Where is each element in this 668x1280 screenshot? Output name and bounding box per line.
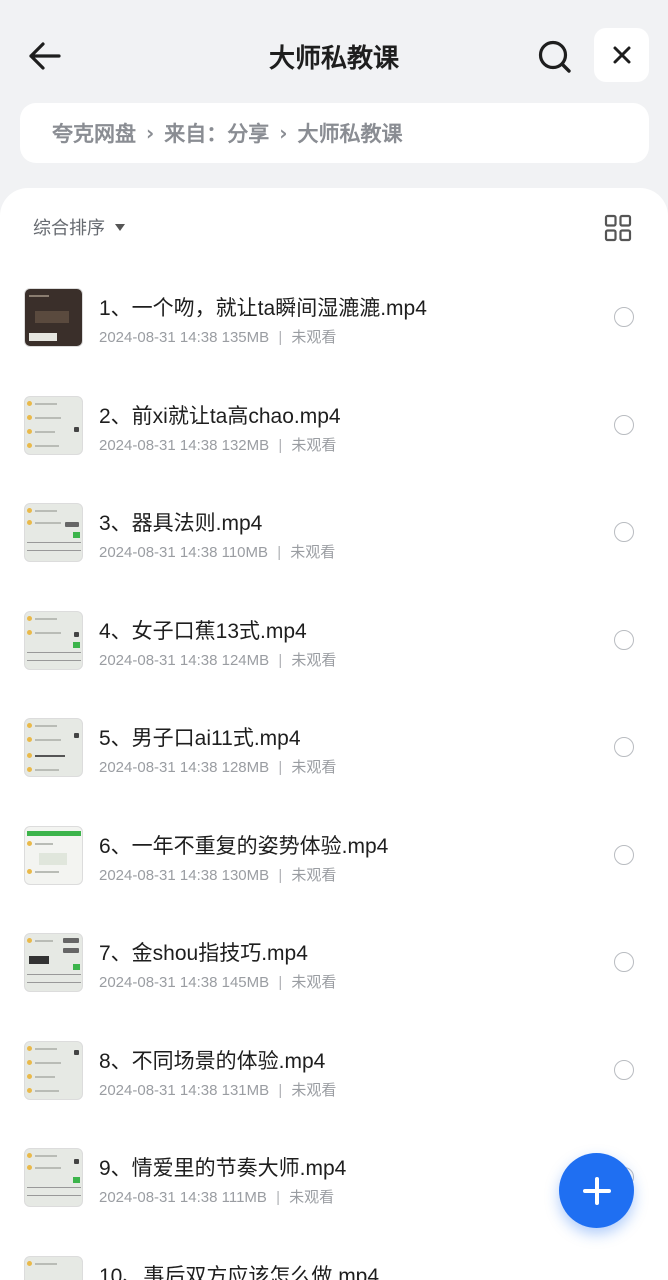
file-row[interactable]: 5、男子口ai11式.mp4 2024-08-31 14:38 128MB | … [0, 696, 668, 804]
file-row[interactable]: 2、前xi就让ta高chao.mp4 2024-08-31 14:38 132M… [0, 374, 668, 482]
watch-status: 未观看 [291, 1081, 337, 1099]
video-thumbnail [24, 825, 83, 885]
select-radio[interactable] [614, 522, 634, 542]
plus-icon [582, 1176, 611, 1205]
search-button[interactable] [532, 34, 578, 80]
file-size: 145MB [221, 974, 270, 991]
caret-down-icon [115, 223, 125, 231]
file-size: 132MB [221, 436, 270, 454]
file-date: 2024-08-31 14:38 [99, 759, 218, 776]
video-thumbnail [24, 503, 83, 562]
watch-status: 未观看 [291, 329, 337, 346]
breadcrumb-item-share[interactable]: 来自：分享 [164, 118, 269, 148]
file-name: 8、不同场景的体验.mp4 [99, 1049, 326, 1073]
chevron-right-icon: › [279, 121, 288, 145]
watch-status: 未观看 [290, 544, 336, 561]
select-radio[interactable] [614, 1059, 634, 1080]
file-meta: 2024-08-31 14:38 131MB | 未观看 [99, 1081, 337, 1099]
add-button[interactable] [559, 1153, 634, 1228]
video-thumbnail [24, 1255, 83, 1280]
file-sheet: 综合排序 1、一个吻，就让ta瞬间湿漉漉.mp4 2024-08-31 14:3… [0, 188, 668, 1280]
file-name: 1、一个吻，就让ta瞬间湿漉漉.mp4 [99, 297, 427, 320]
file-meta: 2024-08-31 14:38 130MB | 未观看 [99, 866, 337, 884]
chevron-right-icon: › [146, 121, 155, 145]
file-size: 131MB [221, 1081, 270, 1099]
file-date: 2024-08-31 14:38 [99, 651, 218, 669]
breadcrumb-item-current: 大师私教课 [297, 122, 403, 146]
file-meta: 2024-08-31 14:38 111MB | 未观看 [99, 1189, 335, 1206]
watch-status: 未观看 [291, 759, 337, 776]
watch-status: 未观看 [291, 866, 337, 884]
select-radio[interactable] [614, 737, 634, 757]
file-name: 9、情爱里的节奏大师.mp4 [99, 1157, 347, 1180]
file-size: 135MB [221, 329, 270, 346]
close-icon [613, 46, 630, 64]
file-meta: 2024-08-31 14:38 124MB | 未观看 [99, 651, 337, 669]
video-thumbnail [24, 610, 83, 670]
top-bar: 大师私教课 [0, 0, 668, 110]
watch-status: 未观看 [289, 1189, 335, 1206]
sort-bar: 综合排序 [0, 188, 668, 266]
file-meta: 2024-08-31 14:38 135MB | 未观看 [99, 329, 337, 346]
file-date: 2024-08-31 14:38 [99, 866, 218, 884]
file-row[interactable]: 7、金shou指技巧.mp4 2024-08-31 14:38 145MB | … [0, 911, 668, 1019]
file-size: 111MB [221, 1189, 267, 1206]
file-name: 5、男子口ai11式.mp4 [99, 727, 301, 750]
sort-dropdown[interactable]: 综合排序 [33, 214, 125, 240]
file-row[interactable]: 4、女子口蕉13式.mp4 2024-08-31 14:38 124MB | 未… [0, 589, 668, 697]
breadcrumb: 夸克网盘 › 来自：分享 › 大师私教课 [20, 103, 649, 163]
select-radio[interactable] [614, 629, 634, 650]
video-thumbnail [24, 1040, 83, 1100]
close-button[interactable] [594, 28, 649, 82]
file-meta: 2024-08-31 14:38 132MB | 未观看 [99, 436, 337, 454]
file-date: 2024-08-31 14:38 [99, 544, 218, 561]
file-name: 2、前xi就让ta高chao.mp4 [99, 404, 341, 428]
file-name: 3、器具法则.mp4 [99, 512, 263, 535]
select-radio[interactable] [614, 844, 634, 865]
file-size: 130MB [221, 866, 270, 884]
video-thumbnail [24, 933, 83, 992]
file-row[interactable]: 1、一个吻，就让ta瞬间湿漉漉.mp4 2024-08-31 14:38 135… [0, 266, 668, 374]
file-date: 2024-08-31 14:38 [99, 436, 218, 454]
video-thumbnail [24, 395, 83, 455]
select-radio[interactable] [614, 414, 634, 435]
watch-status: 未观看 [291, 974, 337, 991]
file-meta: 2024-08-31 14:38 110MB | 未观看 [99, 544, 336, 561]
sort-label: 综合排序 [33, 218, 105, 239]
file-date: 2024-08-31 14:38 [99, 974, 218, 991]
file-row[interactable]: 6、一年不重复的姿势体验.mp4 2024-08-31 14:38 130MB … [0, 804, 668, 912]
grid-view-icon [604, 214, 632, 242]
file-list: 1、一个吻，就让ta瞬间湿漉漉.mp4 2024-08-31 14:38 135… [0, 266, 668, 1280]
file-date: 2024-08-31 14:38 [99, 1081, 218, 1099]
search-icon [538, 40, 571, 73]
select-radio[interactable] [614, 952, 634, 972]
file-name: 10、事后双方应该怎么做.mp4 [99, 1264, 380, 1280]
video-thumbnail [24, 1148, 83, 1207]
file-date: 2024-08-31 14:38 [99, 329, 218, 346]
file-date: 2024-08-31 14:38 [99, 1189, 218, 1206]
file-name: 7、金shou指技巧.mp4 [99, 942, 308, 965]
file-size: 128MB [221, 759, 270, 776]
file-row[interactable]: 10、事后双方应该怎么做.mp4 [0, 1234, 668, 1280]
select-radio[interactable] [614, 307, 634, 327]
file-size: 110MB [221, 544, 269, 561]
breadcrumb-item-root[interactable]: 夸克网盘 [52, 118, 136, 148]
watch-status: 未观看 [291, 651, 337, 669]
file-meta: 2024-08-31 14:38 145MB | 未观看 [99, 974, 337, 991]
file-row[interactable]: 3、器具法则.mp4 2024-08-31 14:38 110MB | 未观看 [0, 481, 668, 589]
file-size: 124MB [221, 651, 270, 669]
watch-status: 未观看 [291, 436, 337, 454]
file-name: 4、女子口蕉13式.mp4 [99, 619, 307, 643]
video-thumbnail [24, 288, 83, 347]
file-meta: 2024-08-31 14:38 128MB | 未观看 [99, 759, 337, 776]
file-name: 6、一年不重复的姿势体验.mp4 [99, 834, 389, 858]
grid-view-button[interactable] [604, 214, 632, 242]
file-row[interactable]: 8、不同场景的体验.mp4 2024-08-31 14:38 131MB | 未… [0, 1019, 668, 1127]
video-thumbnail [24, 718, 83, 777]
